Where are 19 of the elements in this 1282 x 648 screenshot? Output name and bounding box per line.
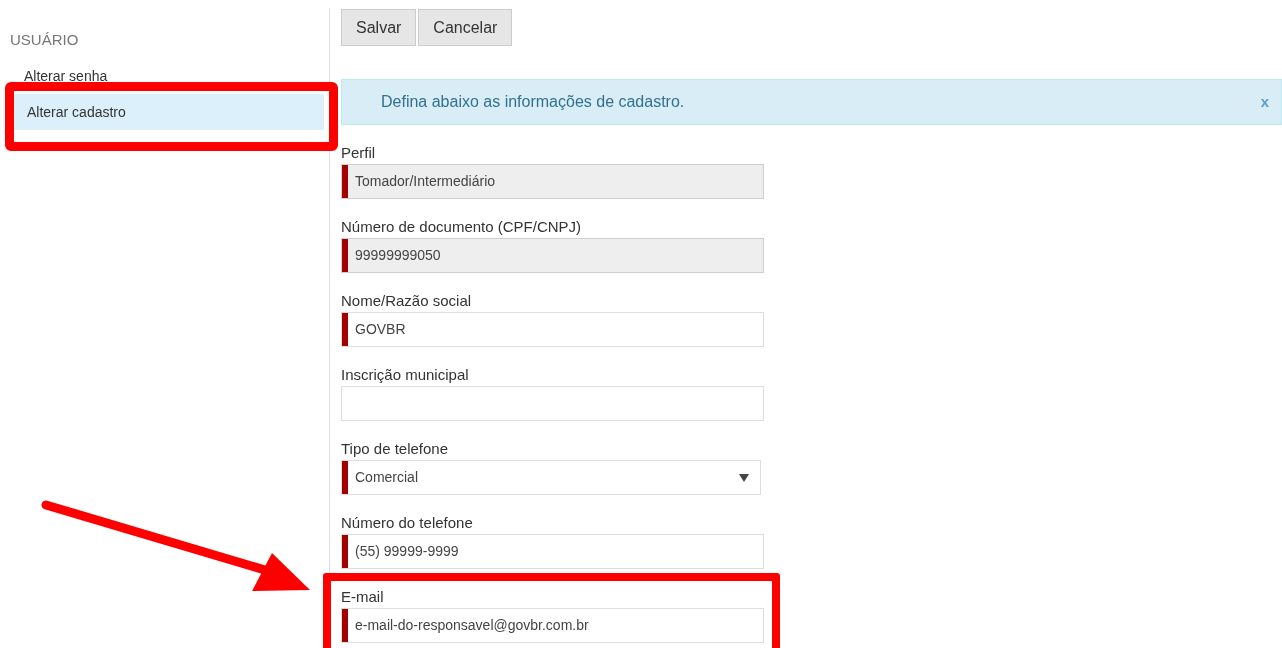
- alert-message: Defina abaixo as informações de cadastro.: [381, 92, 686, 112]
- form-button[interactable]: Cancelar: [418, 9, 513, 46]
- form-button[interactable]: Salvar: [341, 9, 417, 46]
- input-field[interactable]: (55) 99999-9999: [341, 534, 764, 569]
- sidebar-heading: USUÁRIO: [10, 30, 80, 50]
- field-label: Perfil: [341, 143, 377, 163]
- input-field[interactable]: e-mail-do-responsavel@govbr.com.br: [341, 608, 764, 643]
- sidebar-item[interactable]: Alterar senha: [10, 58, 324, 94]
- field-label: Número do telefone: [341, 513, 474, 533]
- dropdown-arrow-icon: [739, 473, 749, 482]
- input-field[interactable]: GOVBR: [341, 312, 764, 347]
- field-label: Inscrição municipal: [341, 365, 470, 385]
- field-label: Número de documento (CPF/CNPJ): [341, 217, 583, 237]
- field-label: E-mail: [341, 587, 385, 607]
- field-label: Nome/Razão social: [341, 291, 473, 311]
- input-field[interactable]: [341, 386, 764, 421]
- select-field[interactable]: Comercial: [341, 460, 761, 495]
- sidebar-item[interactable]: Alterar cadastro: [13, 94, 324, 130]
- field-label: Tipo de telefone: [341, 439, 450, 459]
